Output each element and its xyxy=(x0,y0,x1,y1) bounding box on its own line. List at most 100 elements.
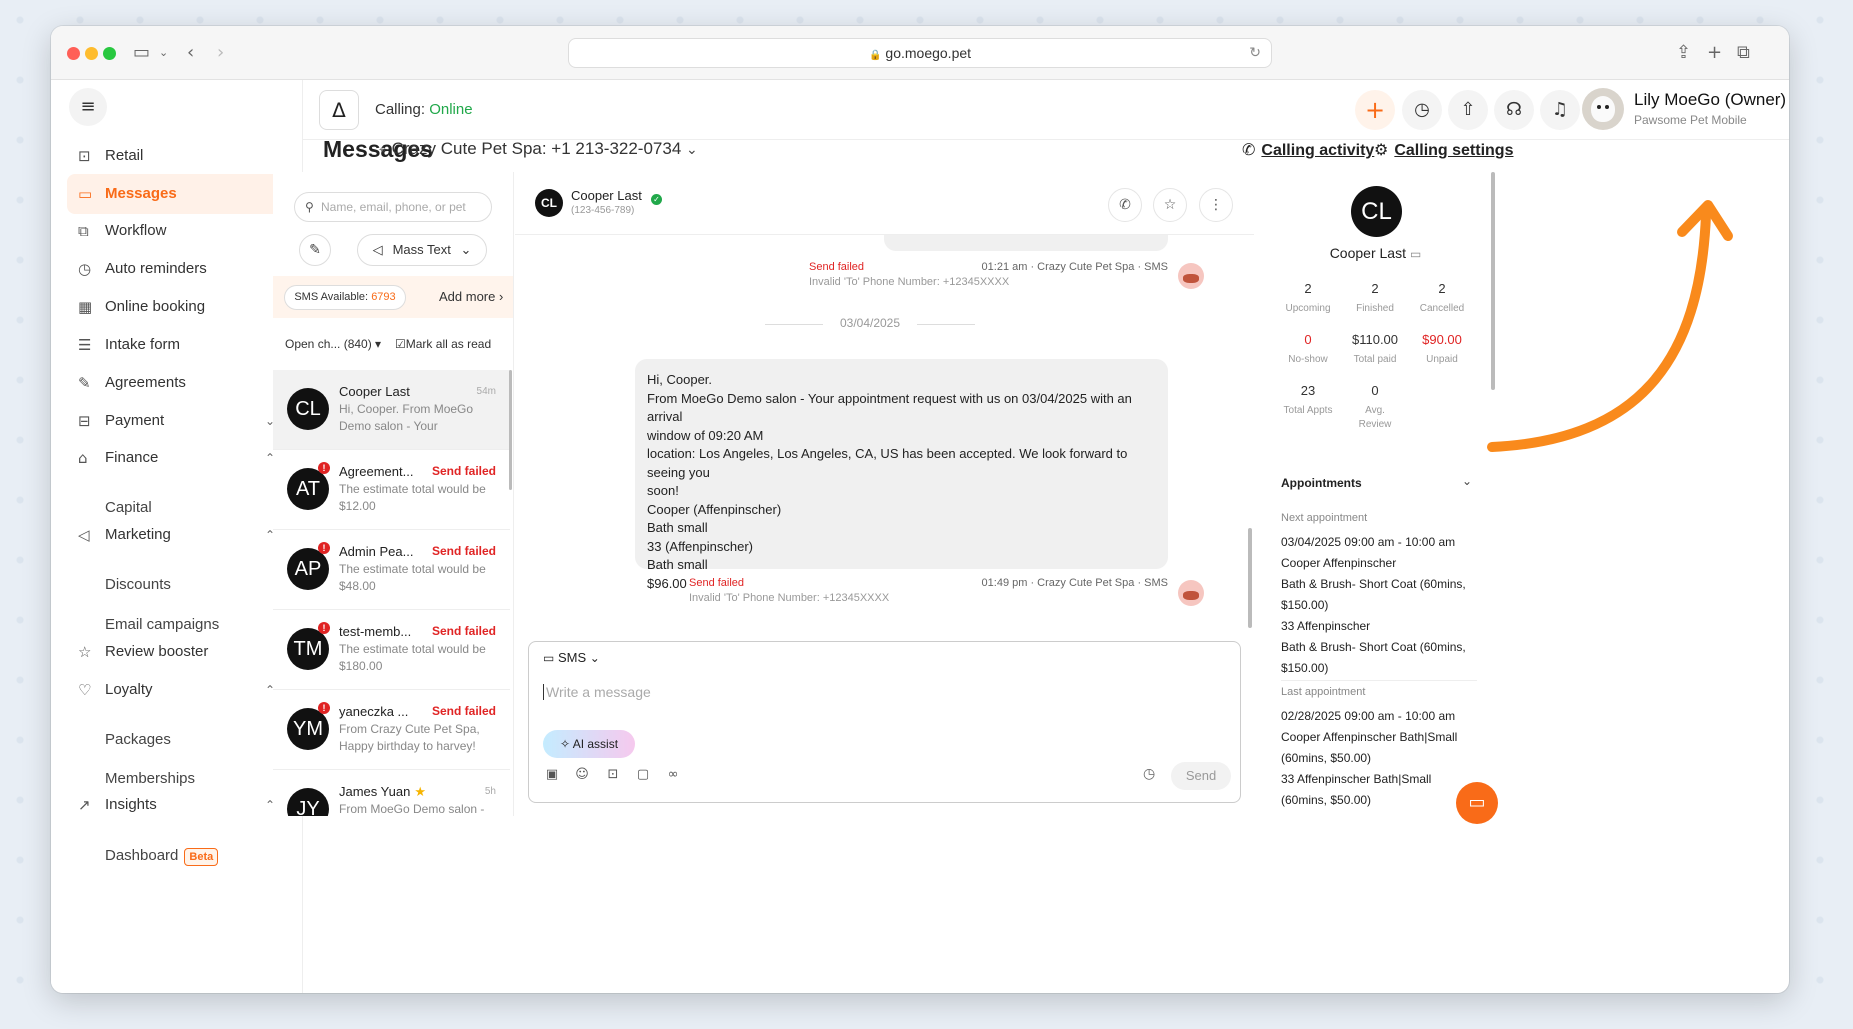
send-failed-label: Send failed xyxy=(431,464,496,478)
sidebar-item-workflow[interactable]: ⧉ Workflow xyxy=(67,211,287,251)
forward-icon[interactable]: › xyxy=(217,42,224,63)
sidebar-toggle-icon[interactable]: ▭ xyxy=(133,42,150,63)
url-text: go.moego.pet xyxy=(885,45,972,61)
ai-assist-button[interactable]: ✧ AI assist xyxy=(543,730,635,758)
more-options-button[interactable]: ⋮ xyxy=(1199,188,1233,222)
template-icon[interactable]: ⊡ xyxy=(604,766,622,784)
conversation-filter[interactable]: Open ch... (840) ▾ xyxy=(285,337,381,351)
conversation-item[interactable]: TM ! test-memb... Send failed The estima… xyxy=(273,610,510,690)
appointments-panel: Appointments ⌄ Next appointment 03/04/20… xyxy=(1261,462,1490,816)
client-name[interactable]: Cooper Last ▭ xyxy=(1261,245,1490,261)
avatar: AP xyxy=(287,548,329,590)
emoji-icon[interactable]: ☺ xyxy=(573,766,591,784)
chevron-down-icon[interactable]: ⌄ xyxy=(159,46,168,59)
scrollbar[interactable] xyxy=(1491,172,1495,390)
megaphone-icon: ◁ xyxy=(372,243,383,258)
close-window-button[interactable] xyxy=(67,47,80,60)
conversation-item[interactable]: JY James Yuan ★ 5h From MoeGo Demo salon … xyxy=(273,770,510,816)
moego-logo-icon[interactable]: ᐃ xyxy=(319,90,359,130)
compose-button[interactable]: ✎ xyxy=(299,234,331,266)
sidebar-item-review-booster[interactable]: ☆ Review booster xyxy=(67,632,287,672)
address-bar[interactable]: 🔒 go.moego.pet ↻ xyxy=(568,38,1272,68)
quick-reply-icon[interactable]: ▢ xyxy=(634,766,652,784)
call-button[interactable]: ✆ xyxy=(1108,188,1142,222)
conversation-time: 5h xyxy=(484,786,496,797)
conversation-item[interactable]: AP ! Admin Pea... Send failed The estima… xyxy=(273,530,510,610)
chart-icon: ↗ xyxy=(78,796,91,814)
chevron-down-icon: ⌄ xyxy=(589,651,600,665)
add-button[interactable]: + xyxy=(1355,90,1395,130)
stat-no-show: 0 No-show xyxy=(1288,332,1328,365)
calling-settings-link[interactable]: ⚙ Calling settings xyxy=(1374,140,1513,160)
sidebar-item-finance[interactable]: ⌂ Finance ⌃ xyxy=(67,438,287,478)
chat-support-icon[interactable]: ▭ xyxy=(1456,782,1498,824)
message-input[interactable]: Write a message xyxy=(543,684,651,700)
reload-icon[interactable]: ↻ xyxy=(1249,39,1261,67)
search-icon: ⚲ xyxy=(305,200,314,214)
sidebar-item-payment[interactable]: ⊟ Payment ⌄ xyxy=(67,401,287,441)
conversation-item[interactable]: YM ! yaneczka ... Send failed From Crazy… xyxy=(273,690,510,770)
conversation-item[interactable]: CL Cooper Last 54m Hi, Cooper. From MoeG… xyxy=(273,370,510,450)
sidebar-subitem-discounts[interactable]: Discounts xyxy=(105,570,171,600)
sidebar-item-messages[interactable]: ▭ Messages xyxy=(67,174,287,214)
client-summary: CL Cooper Last ▭ 2 Upcoming 2 Finished 2 Can… xyxy=(1261,172,1490,452)
share-icon[interactable]: ⇪ xyxy=(1676,42,1691,63)
send-failed-label: Send failed xyxy=(431,544,496,558)
mark-all-read-button[interactable]: ☑Mark all as read xyxy=(395,337,491,351)
mass-text-button[interactable]: ◁ Mass Text ⌄ xyxy=(357,234,487,266)
calendar-icon: ▦ xyxy=(78,298,93,316)
sms-available-bar: SMS Available: 6793 Add more › xyxy=(273,276,513,318)
sidebar-item-retail[interactable]: ⊡ Retail xyxy=(67,136,287,176)
sidebar-item-insights[interactable]: ↗ Insights ⌃ xyxy=(67,785,287,825)
appointment-line: Bath & Brush- Short Coat (60mins, xyxy=(1281,577,1466,591)
stat-total-paid: $110.00 Total paid xyxy=(1351,332,1399,365)
chevron-down-icon[interactable]: ⌄ xyxy=(1462,474,1472,488)
conversation-item[interactable]: AT ! Agreement... Send failed The estima… xyxy=(273,450,510,530)
sidebar-item-intake-form[interactable]: ☰ Intake form xyxy=(67,325,287,365)
tabs-overview-icon[interactable]: ⧉ xyxy=(1737,42,1750,63)
sidebar-item-loyalty[interactable]: ♡ Loyalty ⌃ xyxy=(67,670,287,710)
user-name[interactable]: Lily MoeGo (Owner) xyxy=(1634,90,1786,110)
verified-icon: ✓ xyxy=(651,194,662,205)
minimize-window-button[interactable] xyxy=(85,47,98,60)
contact-name[interactable]: Cooper Last xyxy=(571,188,642,203)
id-card-icon: ▭ xyxy=(1409,247,1422,261)
sidebar-item-marketing[interactable]: ◁ Marketing ⌃ xyxy=(67,515,287,555)
stat-cancelled: 2 Cancelled xyxy=(1419,281,1465,314)
user-avatar[interactable] xyxy=(1582,88,1624,130)
bell-icon[interactable]: ♫ xyxy=(1540,90,1580,130)
channel-selector[interactable]: ▭ SMS ⌄ xyxy=(543,650,600,665)
clock-icon[interactable]: ◷ xyxy=(1402,90,1442,130)
link-icon[interactable]: ∞ xyxy=(664,766,682,784)
stat-finished: 2 Finished xyxy=(1356,281,1394,314)
upload-icon[interactable]: ⇧ xyxy=(1448,90,1488,130)
scrollbar[interactable] xyxy=(1248,528,1252,628)
sidebar-item-auto-reminders[interactable]: ◷ Auto reminders xyxy=(67,249,287,289)
sidebar-item-online-booking[interactable]: ▦ Online booking xyxy=(67,287,287,327)
search-input[interactable]: ⚲ Name, email, phone, or pet xyxy=(294,192,492,222)
appointment-line: $150.00) xyxy=(1281,598,1329,612)
image-icon[interactable]: ▣ xyxy=(543,766,561,784)
schedule-icon[interactable]: ◷ xyxy=(1143,766,1155,782)
new-tab-icon[interactable]: + xyxy=(1707,42,1722,63)
review-icon: ☆ xyxy=(78,643,92,661)
sidebar-subitem-packages[interactable]: Packages xyxy=(105,725,171,755)
star-icon: ★ xyxy=(414,785,426,800)
avatar: CL xyxy=(287,388,329,430)
location-selector[interactable]: ⌖ Crazy Cute Pet Spa: +1 213-322-0734 ⌄ xyxy=(379,139,698,159)
back-icon[interactable]: ‹ xyxy=(187,42,194,63)
star-button[interactable]: ☆ xyxy=(1153,188,1187,222)
appointment-line: 02/28/2025 09:00 am - 10:00 am xyxy=(1281,709,1456,723)
error-icon: ! xyxy=(318,542,330,554)
maximize-window-button[interactable] xyxy=(103,47,116,60)
sidebar-item-agreements[interactable]: ✎ Agreements xyxy=(67,363,287,403)
add-more-link[interactable]: Add more › xyxy=(439,289,503,304)
scrollbar[interactable] xyxy=(509,370,512,490)
headset-icon[interactable]: ☊ xyxy=(1494,90,1534,130)
menu-icon[interactable]: ≡ xyxy=(69,88,107,126)
sidebar-subitem-dashboard[interactable]: Dashboard Beta xyxy=(105,841,219,871)
send-button[interactable]: Send xyxy=(1171,762,1231,790)
calling-activity-link[interactable]: ✆ Calling activity xyxy=(1242,140,1374,160)
appointment-line: (60mins, $50.00) xyxy=(1281,793,1372,807)
appointment-line: (60mins, $50.00) xyxy=(1281,751,1372,765)
